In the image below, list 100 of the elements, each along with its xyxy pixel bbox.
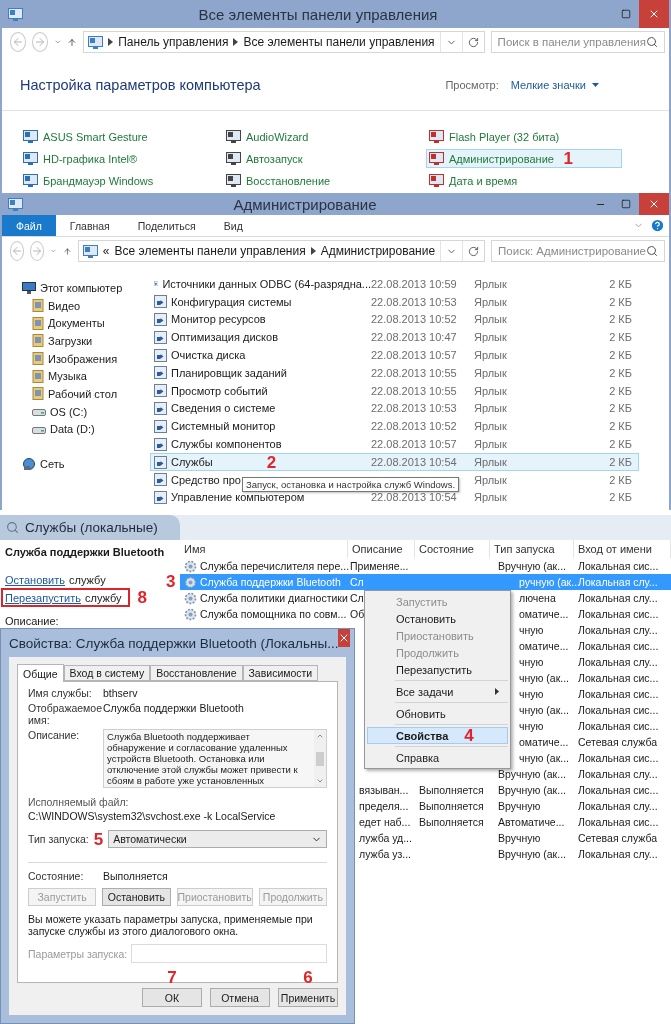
nav-item[interactable]: Музыка — [22, 367, 150, 386]
control-panel-item[interactable]: HD-графика Intel® — [20, 149, 223, 168]
app-icon — [23, 174, 38, 187]
ribbon-tab[interactable]: Файл — [2, 215, 56, 236]
field-value: Служба поддержки Bluetooth — [103, 702, 245, 714]
description-cell-text: Об — [349, 608, 365, 620]
start-type-cell-text: чную — [518, 688, 544, 700]
stop-link[interactable]: Остановить — [5, 574, 66, 586]
file-name: Системный монитор — [151, 419, 371, 433]
dialog-tab[interactable]: Зависимости — [242, 665, 319, 681]
column-header[interactable]: Тип запуска — [490, 540, 574, 558]
forward-button[interactable] — [31, 32, 48, 52]
date-cell-text: 22.08.2013 10:57 — [371, 438, 458, 451]
file-name: Монитор ресурсов — [151, 313, 371, 326]
network-icon — [22, 458, 36, 471]
dialog-button[interactable]: Применить — [278, 988, 338, 1007]
back-button[interactable] — [10, 241, 25, 261]
restart-link[interactable]: Перезапустить — [5, 591, 81, 604]
name-cell: Служба политики диагностики — [180, 591, 348, 605]
date-cell-text: 22.08.2013 10:59 — [371, 277, 458, 290]
shortcut-icon — [154, 348, 167, 362]
description-cell-text: пределя... — [358, 800, 409, 812]
field-label: Состояние: — [28, 870, 85, 882]
nav-item[interactable]: OS (C:) — [22, 402, 150, 421]
dialog-title: Свойства: Служба поддержки Bluetooth (Локальны... — [9, 635, 339, 651]
menu-item[interactable]: Перезапустить — [367, 661, 508, 678]
view-dropdown[interactable]: Мелкие значки — [510, 79, 599, 91]
column-header[interactable]: Имя — [180, 540, 348, 558]
shortcut-icon — [154, 366, 167, 380]
drive-icon — [32, 407, 46, 417]
nav-item[interactable]: Рабочий стол — [22, 385, 150, 403]
menu-item[interactable]: Справка — [367, 749, 508, 766]
type-cell-text: Ярлык — [474, 349, 508, 362]
control-panel-item[interactable]: Восстановление — [223, 171, 426, 190]
maximize-icon — [621, 199, 631, 209]
search-field[interactable]: Поиск: Администрирование — [491, 240, 665, 262]
control-panel-item[interactable]: Дата и время — [426, 171, 622, 190]
dialog-button[interactable]: ОК — [142, 988, 202, 1007]
help-icon[interactable] — [650, 218, 665, 233]
nav-item[interactable]: Data (D:) — [22, 420, 150, 439]
forward-button[interactable] — [30, 241, 45, 261]
menu-item[interactable]: Свойства 4 — [367, 727, 508, 744]
menu-item[interactable]: Остановить — [367, 610, 508, 627]
file-name: Сведения о системе — [151, 401, 371, 415]
breadcrumb[interactable]: Все элементы панели управления — [243, 35, 435, 49]
page-heading: Настройка параметров компьютера — [20, 77, 261, 93]
startup-type-dropdown[interactable]: Автоматически — [108, 830, 327, 848]
nav-item[interactable]: Сеть — [22, 455, 150, 473]
start-type-cell-text: Вручную (ак... — [497, 848, 566, 860]
size-cell-text: 2 КБ — [608, 331, 632, 344]
nav-item[interactable]: Загрузки — [22, 332, 150, 350]
control-panel-item[interactable]: AudioWizard — [223, 127, 426, 146]
shortcut-icon — [154, 455, 167, 469]
dialog-tab[interactable]: Восстановление — [150, 665, 243, 681]
menu-item[interactable]: Обновить — [367, 705, 508, 722]
address-bar[interactable]: « Все элементы панели управления Администрирование — [77, 240, 486, 262]
app-icon — [429, 174, 444, 187]
control-panel-item[interactable]: ASUS Smart Gesture — [20, 127, 223, 146]
control-panel-item[interactable]: Администрирование 1 — [426, 149, 622, 168]
step-number: 1 — [563, 150, 573, 167]
control-panel-item[interactable]: Автозапуск — [223, 149, 426, 168]
nav-item[interactable]: Этот компьютер — [22, 279, 150, 297]
nav-item[interactable]: Изображения — [22, 349, 150, 368]
control-panel-item[interactable]: Брандмауэр Windows — [20, 171, 223, 190]
close-button[interactable] — [338, 629, 351, 647]
logon-cell-text: Локальная сис... — [577, 688, 659, 700]
breadcrumb[interactable]: Панель управления — [118, 35, 229, 49]
back-button[interactable] — [10, 32, 26, 52]
dialog-tab[interactable]: Общие — [17, 664, 64, 682]
file-name: Оптимизация дисков — [151, 330, 371, 344]
service-button[interactable]: Остановить — [102, 888, 171, 906]
folder-icon — [32, 299, 44, 313]
forward-arrow-icon — [33, 36, 46, 48]
selected-file-row[interactable]: Службы 2 22.08.2013 10:54 Ярлык 2 КБ — [150, 452, 639, 471]
column-header[interactable]: Состояние — [415, 540, 490, 558]
scroll-thumb[interactable] — [316, 751, 324, 766]
size-cell-text: 2 КБ — [608, 491, 632, 504]
description-cell-text: Применяе... — [349, 560, 409, 572]
size-cell-text: 2 КБ — [608, 456, 632, 469]
menu-item[interactable]: Все задачи — [367, 683, 508, 700]
nav-item[interactable]: Документы — [22, 314, 150, 333]
address-bar[interactable]: Панель управления Все элементы панели управления — [83, 31, 485, 53]
dialog-tab[interactable]: Вход в систему — [63, 665, 151, 681]
search-field[interactable]: Поиск в панели управления — [490, 31, 665, 53]
chevron-icon — [310, 247, 316, 255]
gear-icon — [184, 607, 197, 621]
start-type-cell-text: чную (ак... — [518, 704, 569, 716]
panel-title: Службы (локальные) — [25, 520, 158, 535]
breadcrumb[interactable]: Все элементы панели управления — [114, 244, 306, 258]
date-cell-text: 22.08.2013 10:57 — [371, 349, 458, 362]
date-cell-text: 22.08.2013 10:55 — [371, 366, 458, 379]
dialog-button[interactable]: Отмена — [210, 988, 270, 1007]
nav-item[interactable]: Видео — [22, 296, 150, 315]
scroll-up-icon[interactable] — [316, 732, 324, 740]
scroll-down-icon[interactable] — [316, 777, 324, 785]
type-cell-text: Ярлык — [474, 438, 508, 451]
column-header[interactable]: Вход от имени — [574, 540, 671, 558]
breadcrumb[interactable]: Администрирование — [320, 244, 436, 258]
column-header[interactable]: Описание — [348, 540, 415, 558]
control-panel-item[interactable]: Flash Player (32 бита) — [426, 127, 622, 146]
